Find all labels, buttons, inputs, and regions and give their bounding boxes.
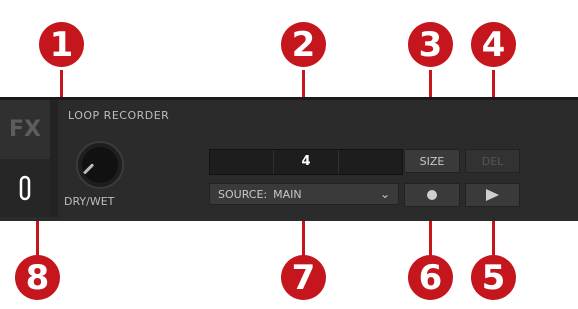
callout-8: 8 xyxy=(15,255,60,300)
loop-size-value: 4 xyxy=(301,154,311,169)
callout-3: 3 xyxy=(408,22,453,67)
callout-8-label: 8 xyxy=(25,257,50,298)
source-label: SOURCE: xyxy=(218,187,268,201)
tab-fx[interactable]: FX xyxy=(0,100,50,159)
callout-2: 2 xyxy=(281,22,326,67)
callout-1-label: 1 xyxy=(49,24,74,65)
module-title: LOOP RECORDER xyxy=(68,109,170,122)
dry-wet-knob[interactable] xyxy=(76,141,124,189)
callout-1: 1 xyxy=(39,22,84,67)
callout-6: 6 xyxy=(408,255,453,300)
callout-6-label: 6 xyxy=(418,257,443,298)
callout-5: 5 xyxy=(471,255,516,300)
chevron-down-icon: ⌄ xyxy=(379,187,390,201)
source-value: MAIN xyxy=(273,187,302,201)
loop-icon xyxy=(19,175,31,201)
callout-5-label: 5 xyxy=(481,257,506,298)
callout-4-label: 4 xyxy=(481,24,506,65)
callout-3-label: 3 xyxy=(418,24,443,65)
source-select[interactable]: SOURCE: MAIN ⌄ xyxy=(209,183,399,205)
callout-7-label: 7 xyxy=(291,257,316,298)
loop-size-display[interactable]: 4 xyxy=(209,149,403,175)
delete-button[interactable]: DEL xyxy=(465,149,520,173)
callout-4: 4 xyxy=(471,22,516,67)
record-icon xyxy=(427,190,437,200)
tab-divider xyxy=(50,100,58,217)
tab-loop-recorder[interactable] xyxy=(0,159,50,217)
tab-fx-label: FX xyxy=(9,117,41,142)
play-icon xyxy=(486,189,499,201)
dry-wet-label: DRY/WET xyxy=(64,195,115,208)
panel-top-bar xyxy=(0,97,578,100)
callout-7: 7 xyxy=(281,255,326,300)
loop-size-segment xyxy=(339,150,402,174)
callout-2-label: 2 xyxy=(291,24,316,65)
size-button[interactable]: SIZE xyxy=(404,149,460,173)
record-button[interactable] xyxy=(404,183,460,207)
loop-size-segment xyxy=(210,150,275,174)
play-button[interactable] xyxy=(465,183,520,207)
loop-size-segment: 4 xyxy=(274,150,339,174)
size-button-label: SIZE xyxy=(419,154,445,168)
delete-button-label: DEL xyxy=(481,154,504,168)
